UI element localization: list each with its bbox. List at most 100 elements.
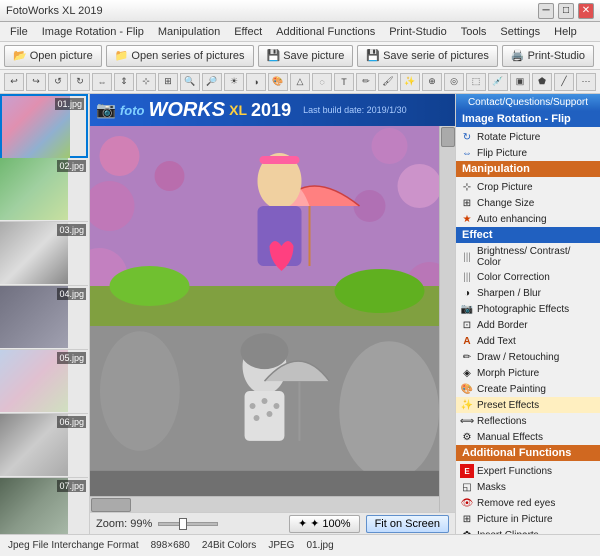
rotate-right-button[interactable]: ↻ bbox=[70, 73, 90, 91]
add-border-item[interactable]: ⊡ Add Border bbox=[456, 317, 600, 333]
auto-enhancing-item[interactable]: ★ Auto enhancing bbox=[456, 211, 600, 227]
open-series-button[interactable]: 📁 Open series of pictures bbox=[106, 45, 254, 67]
flip-picture-item[interactable]: ⇔ Flip Picture bbox=[456, 145, 600, 161]
open-picture-button[interactable]: 📂 Open picture bbox=[4, 45, 102, 67]
draw-button[interactable]: ✏ bbox=[356, 73, 376, 91]
zoom-bar: Zoom: 99% ✦ ✦ 100% Fit on Screen bbox=[90, 512, 455, 534]
remove-red-eyes-item[interactable]: 👁 Remove red eyes bbox=[456, 495, 600, 511]
resize-button[interactable]: ⊞ bbox=[158, 73, 178, 91]
contrast-button[interactable]: ◑ bbox=[246, 73, 266, 91]
reflections-icon: ⟺ bbox=[460, 414, 474, 428]
rotate-picture-item[interactable]: ↻ Rotate Picture bbox=[456, 129, 600, 145]
create-painting-item[interactable]: 🎨 Create Painting bbox=[456, 381, 600, 397]
draw-retouching-item[interactable]: ✏ Draw / Retouching bbox=[456, 349, 600, 365]
zoom-in-button[interactable]: 🔍 bbox=[180, 73, 200, 91]
build-date: Last build date: 2019/1/30 bbox=[303, 105, 407, 115]
flip-v-button[interactable]: ⇕ bbox=[114, 73, 134, 91]
menu-settings[interactable]: Settings bbox=[494, 24, 546, 40]
horizontal-scrollbar[interactable] bbox=[90, 496, 439, 512]
menu-effect[interactable]: Effect bbox=[228, 24, 268, 40]
preset-icon: ✨ bbox=[460, 398, 474, 412]
thumbnail-02[interactable]: 02.jpg bbox=[0, 158, 88, 222]
thumbnail-07[interactable]: 07.jpg bbox=[0, 478, 88, 534]
thumbnail-01[interactable]: 01.jpg bbox=[0, 94, 88, 158]
menu-manipulation[interactable]: Manipulation bbox=[152, 24, 226, 40]
vertical-scrollbar[interactable] bbox=[439, 126, 455, 512]
camera-icon: 📷 bbox=[96, 100, 116, 120]
manual-effects-item[interactable]: ⚙ Manual Effects bbox=[456, 429, 600, 445]
paint-button[interactable]: 🖌 bbox=[378, 73, 398, 91]
sharpen-button[interactable]: △ bbox=[290, 73, 310, 91]
menu-additional[interactable]: Additional Functions bbox=[270, 24, 381, 40]
status-bar: Jpeg File Interchange Format 898×680 24B… bbox=[0, 534, 600, 556]
thumbnail-05[interactable]: 05.jpg bbox=[0, 350, 88, 414]
file-type: JPEG bbox=[268, 540, 294, 551]
menu-image-rotation[interactable]: Image Rotation - Flip bbox=[36, 24, 150, 40]
color-button[interactable]: 🎨 bbox=[268, 73, 288, 91]
sharpen-blur-item[interactable]: ◑ Sharpen / Blur bbox=[456, 285, 600, 301]
menu-tools[interactable]: Tools bbox=[455, 24, 493, 40]
menu-bar: File Image Rotation - Flip Manipulation … bbox=[0, 22, 600, 42]
thumbnail-strip: 01.jpg 02.jpg 03.jpg 04.jpg 05.jpg 06.jp… bbox=[0, 94, 90, 534]
minimize-button[interactable]: ─ bbox=[538, 3, 554, 19]
undo-button[interactable]: ↩ bbox=[4, 73, 24, 91]
add-text-item[interactable]: A Add Text bbox=[456, 333, 600, 349]
gradient-button[interactable]: ▣ bbox=[510, 73, 530, 91]
zoom-slider[interactable] bbox=[158, 522, 218, 526]
file-format: Jpeg File Interchange Format bbox=[8, 540, 139, 551]
fit-on-screen-button[interactable]: Fit on Screen bbox=[366, 515, 449, 533]
save-icon: 💾 bbox=[267, 49, 281, 62]
save-serie-button[interactable]: 💾 Save serie of pictures bbox=[357, 45, 497, 67]
brightness-icon: ||| bbox=[460, 250, 474, 264]
flip-h-button[interactable]: ⇔ bbox=[92, 73, 112, 91]
manipulation-header: Manipulation bbox=[456, 161, 600, 177]
maximize-button[interactable]: □ bbox=[558, 3, 574, 19]
brightness-item[interactable]: ||| Brightness/ Contrast/ Color bbox=[456, 245, 600, 269]
effects-button[interactable]: ✨ bbox=[400, 73, 420, 91]
line-button[interactable]: ╱ bbox=[554, 73, 574, 91]
menu-print-studio[interactable]: Print-Studio bbox=[383, 24, 452, 40]
expert-functions-item[interactable]: E Expert Functions bbox=[456, 463, 600, 479]
redo-button[interactable]: ↪ bbox=[26, 73, 46, 91]
eyedropper-button[interactable]: 💉 bbox=[488, 73, 508, 91]
crop-picture-item[interactable]: ⊹ Crop Picture bbox=[456, 179, 600, 195]
zoom-100-button[interactable]: ✦ ✦ 100% bbox=[289, 515, 360, 533]
contact-button[interactable]: Contact/Questions/Support bbox=[456, 94, 600, 111]
save-picture-button[interactable]: 💾 Save picture bbox=[258, 45, 354, 67]
logo-bar: 📷 fotoWORKS XL 2019 Last build date: 201… bbox=[90, 94, 455, 126]
red-eye-button[interactable]: ◎ bbox=[444, 73, 464, 91]
main-toolbar: 📂 Open picture 📁 Open series of pictures… bbox=[0, 42, 600, 70]
thumbnail-03[interactable]: 03.jpg bbox=[0, 222, 88, 286]
text-button[interactable]: T bbox=[334, 73, 354, 91]
insert-cliparts-item[interactable]: ✿ Insert Cliparts bbox=[456, 527, 600, 534]
red-eye-icon: 👁 bbox=[460, 496, 474, 510]
thumbnail-06[interactable]: 06.jpg bbox=[0, 414, 88, 478]
menu-help[interactable]: Help bbox=[548, 24, 583, 40]
additional-header: Additional Functions bbox=[456, 445, 600, 461]
picture-in-picture-item[interactable]: ⊞ Picture in Picture bbox=[456, 511, 600, 527]
color-correction-item[interactable]: ||| Color Correction bbox=[456, 269, 600, 285]
select-button[interactable]: ⬚ bbox=[466, 73, 486, 91]
print-studio-button[interactable]: 🖨️ Print-Studio bbox=[502, 45, 594, 67]
brightness-button[interactable]: ☀ bbox=[224, 73, 244, 91]
close-button[interactable]: ✕ bbox=[578, 3, 594, 19]
save-series-icon: 💾 bbox=[366, 49, 380, 62]
more-button[interactable]: ⋯ bbox=[576, 73, 596, 91]
logo-works: WORKS bbox=[148, 99, 225, 122]
blur-button[interactable]: ◌ bbox=[312, 73, 332, 91]
expert-icon: E bbox=[460, 464, 474, 478]
crop-button[interactable]: ⊹ bbox=[136, 73, 156, 91]
masks-item[interactable]: ◱ Masks bbox=[456, 479, 600, 495]
thumbnail-04[interactable]: 04.jpg bbox=[0, 286, 88, 350]
menu-file[interactable]: File bbox=[4, 24, 34, 40]
rotate-left-button[interactable]: ↺ bbox=[48, 73, 68, 91]
zoom-handle[interactable] bbox=[179, 518, 187, 530]
change-size-item[interactable]: ⊞ Change Size bbox=[456, 195, 600, 211]
zoom-out-button[interactable]: 🔎 bbox=[202, 73, 222, 91]
shape-button[interactable]: ⬟ bbox=[532, 73, 552, 91]
reflections-item[interactable]: ⟺ Reflections bbox=[456, 413, 600, 429]
morph-picture-item[interactable]: ◈ Morph Picture bbox=[456, 365, 600, 381]
preset-effects-item[interactable]: ✨ Preset Effects bbox=[456, 397, 600, 413]
clone-button[interactable]: ⊕ bbox=[422, 73, 442, 91]
photographic-item[interactable]: 📷 Photographic Effects bbox=[456, 301, 600, 317]
